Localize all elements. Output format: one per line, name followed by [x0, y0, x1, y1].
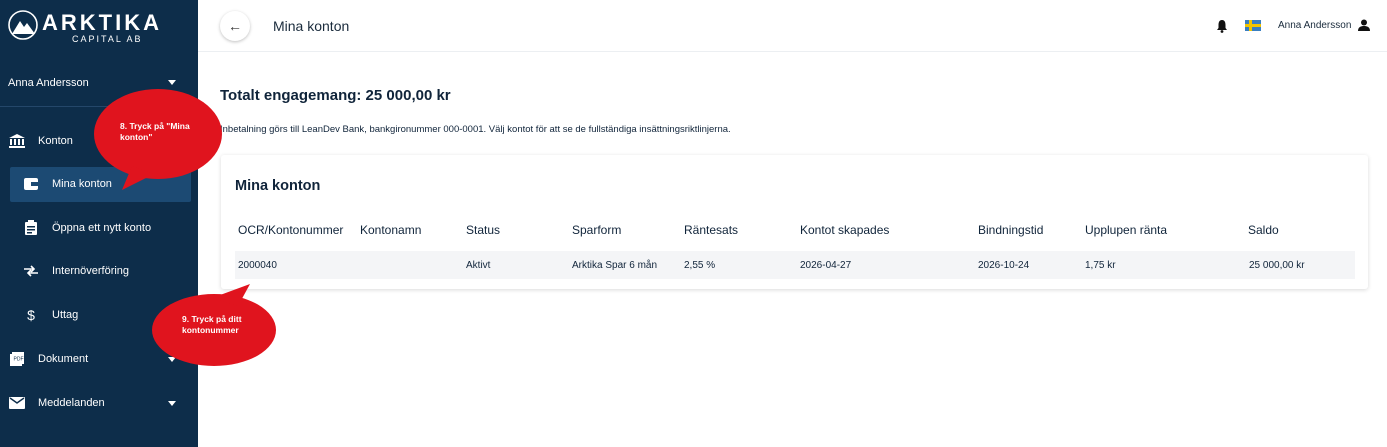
- mountain-logo-icon: [8, 10, 38, 40]
- deposit-info-text: Inbetalning görs till LeanDev Bank, bank…: [220, 124, 731, 135]
- table-cell-upplupen-ranta: 1,75 kr: [1085, 260, 1116, 271]
- column-header-bindningstid[interactable]: Bindningstid: [978, 223, 1043, 237]
- transfer-icon: [22, 262, 40, 280]
- sidebar-item-label: Meddelanden: [38, 397, 105, 409]
- chevron-down-icon: [168, 80, 176, 85]
- tutorial-callout-8: 8. Tryck på "Mina konton": [120, 121, 190, 142]
- dollar-icon: $: [27, 307, 35, 323]
- sidebar-item-label: Konton: [38, 135, 73, 147]
- column-header-kontonamn[interactable]: Kontonamn: [360, 223, 421, 237]
- table-cell-sparform: Arktika Spar 6 mån: [572, 260, 658, 271]
- brand-sub: CAPITAL AB: [72, 34, 143, 44]
- column-header-sparform[interactable]: Sparform: [572, 223, 621, 237]
- svg-text:PDF: PDF: [14, 357, 24, 363]
- sidebar: ARKTIKA CAPITAL AB Anna Andersson Konton…: [0, 0, 198, 447]
- user-icon[interactable]: [1358, 19, 1370, 31]
- brand-name: ARKTIKA: [42, 10, 162, 35]
- clipboard-icon: [22, 219, 40, 237]
- swedish-flag-icon[interactable]: [1245, 20, 1261, 31]
- accounts-card: Mina konton OCR/Kontonummer Kontonamn St…: [221, 155, 1368, 289]
- sidebar-user-name: Anna Andersson: [8, 77, 89, 89]
- column-header-ocr[interactable]: OCR/Kontonummer: [238, 223, 343, 237]
- sidebar-item-label: Öppna ett nytt konto: [52, 222, 152, 234]
- column-header-saldo[interactable]: Saldo: [1248, 223, 1279, 237]
- back-arrow-icon[interactable]: ←: [220, 11, 250, 41]
- arktika-logo[interactable]: ARKTIKA CAPITAL AB: [8, 8, 159, 48]
- account-number-link[interactable]: 2000040: [238, 260, 277, 271]
- tutorial-callout-9: 9. Tryck på ditt kontonummer: [182, 314, 242, 335]
- top-bar: ← Mina konton Anna Andersson: [198, 0, 1387, 52]
- column-header-rantesats[interactable]: Räntesats: [684, 223, 738, 237]
- pdf-icon: PDF: [8, 350, 26, 368]
- sidebar-item-meddelanden[interactable]: Meddelanden: [0, 386, 198, 420]
- sidebar-item-label: Internöverföring: [52, 265, 130, 277]
- page-title: Mina konton: [273, 18, 350, 34]
- sidebar-item-label: Uttag: [52, 309, 79, 321]
- column-header-upplupen-ranta[interactable]: Upplupen ränta: [1085, 223, 1167, 237]
- accounts-card-title: Mina konton: [235, 178, 321, 194]
- table-cell-saldo: 25 000,00 kr: [1249, 260, 1305, 271]
- table-cell-skapad: 2026-04-27: [800, 260, 852, 271]
- wallet-icon: [22, 175, 40, 193]
- table-row[interactable]: [235, 251, 1355, 279]
- table-cell-status: Aktivt: [466, 260, 491, 271]
- column-header-skapad[interactable]: Kontot skapades: [800, 223, 889, 237]
- mail-icon: [8, 394, 26, 412]
- column-header-status[interactable]: Status: [466, 223, 500, 237]
- sidebar-item-oppna-konto[interactable]: Öppna ett nytt konto: [0, 211, 198, 245]
- table-cell-bindningstid: 2026-10-24: [978, 260, 1030, 271]
- chevron-down-icon: [168, 401, 176, 406]
- table-cell-rantesats: 2,55 %: [684, 260, 716, 271]
- header-user-name[interactable]: Anna Andersson: [1278, 20, 1351, 31]
- sidebar-item-label: Dokument: [38, 353, 89, 365]
- bank-icon: [8, 132, 26, 150]
- bell-icon[interactable]: [1216, 19, 1228, 33]
- total-engagement: Totalt engagemang: 25 000,00 kr: [220, 87, 451, 104]
